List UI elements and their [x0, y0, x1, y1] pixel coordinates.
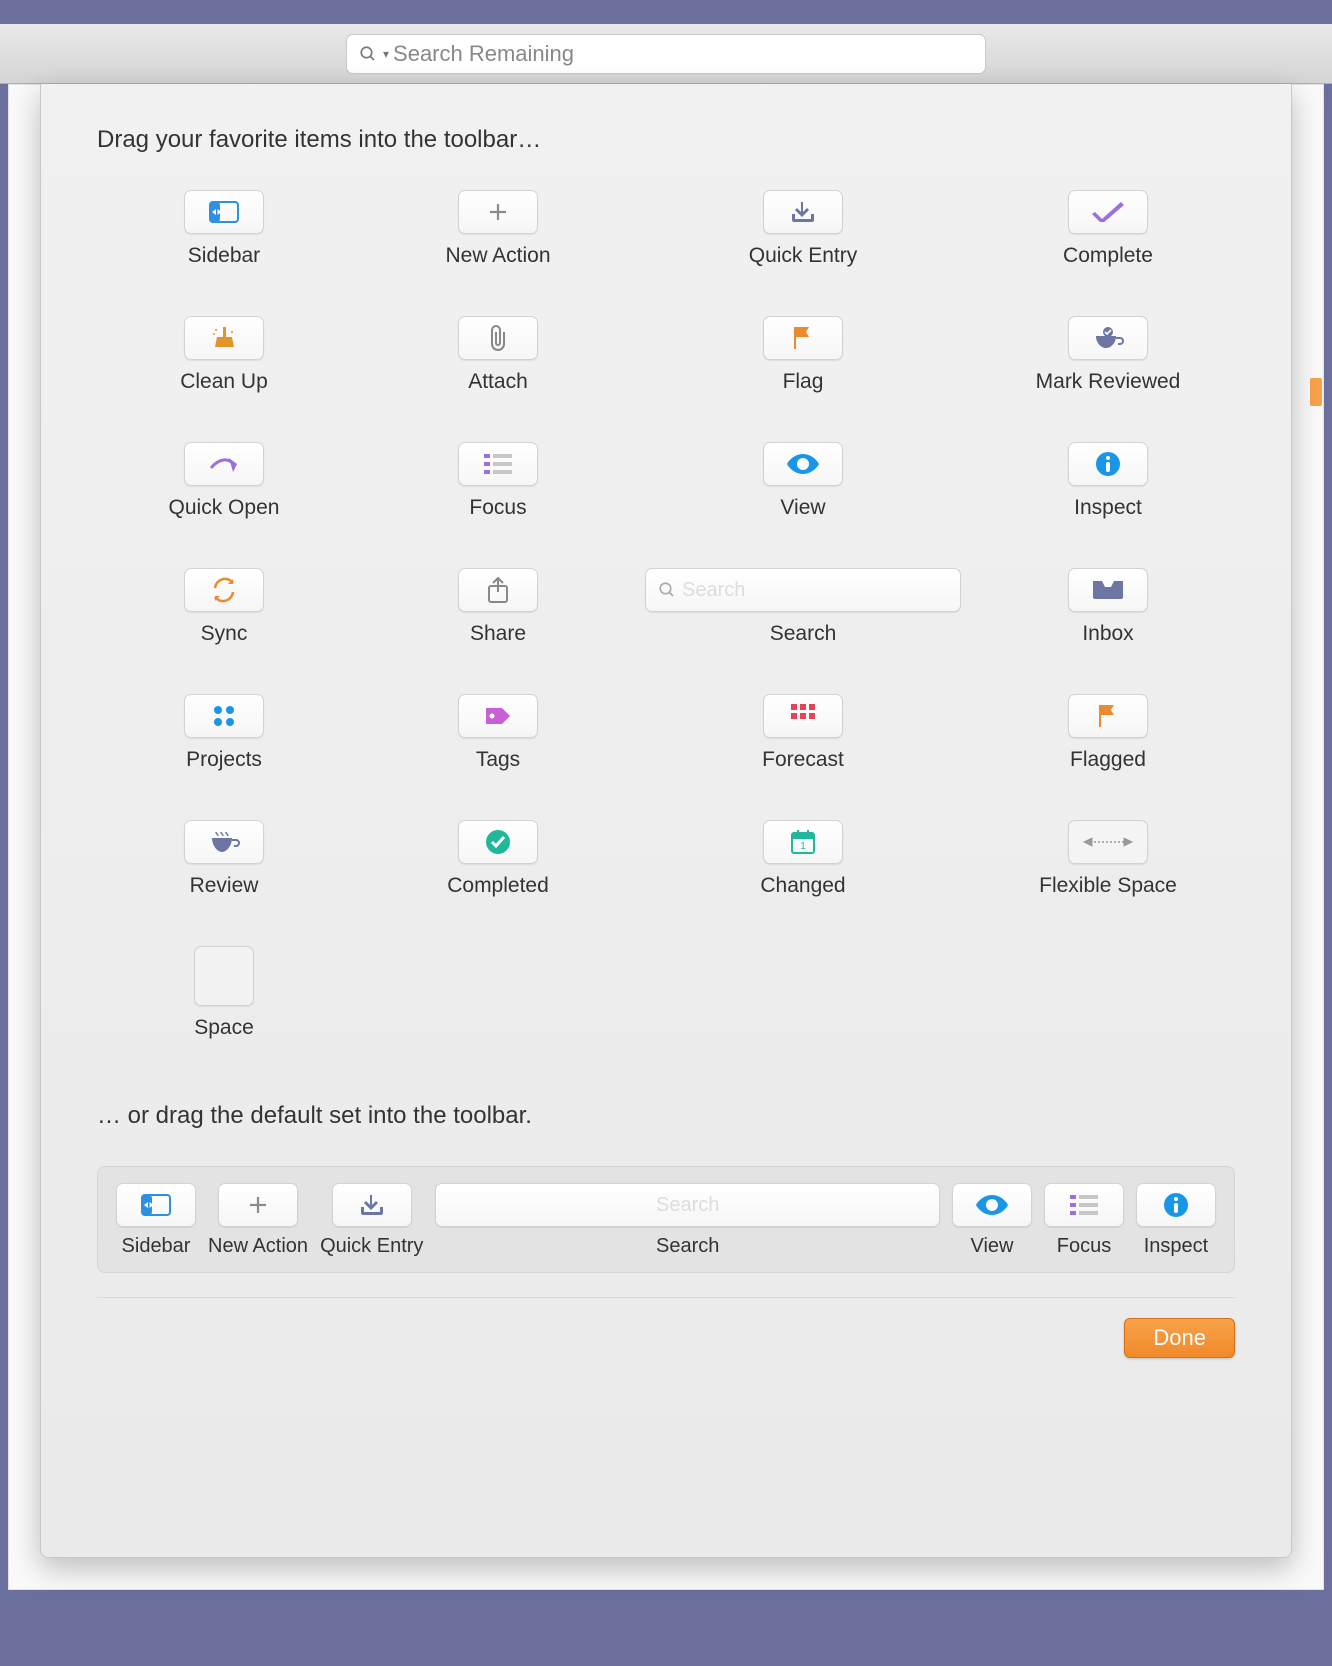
default-item-focus[interactable]: Focus [1044, 1183, 1124, 1258]
toolbar-item-clean-up[interactable]: Clean Up [97, 316, 351, 394]
toolbar-item-flagged[interactable]: Flagged [981, 694, 1235, 772]
list-icon [1044, 1183, 1124, 1227]
arrow-right-icon [184, 442, 264, 486]
toolbar-items-grid: Sidebar New Action Quick Entry Complete [97, 190, 1235, 1040]
toolbar-item-flexible-space[interactable]: Flexible Space [981, 820, 1235, 898]
inbox-icon [1068, 568, 1148, 612]
toolbar-item-inspect[interactable]: Inspect [981, 442, 1235, 520]
selection-marker [1310, 378, 1322, 406]
plus-icon [218, 1183, 298, 1227]
plus-icon [458, 190, 538, 234]
info-icon [1068, 442, 1148, 486]
default-toolbar-set[interactable]: Sidebar New Action Quick Entry Search Se… [97, 1166, 1235, 1273]
search-icon [359, 45, 377, 63]
toolbar-item-completed[interactable]: Completed [371, 820, 625, 898]
search-icon [658, 581, 676, 599]
check-badge-icon [458, 820, 538, 864]
search-field-preview: Search [435, 1183, 940, 1227]
sheet-heading: Drag your favorite items into the toolba… [97, 126, 1235, 154]
checkmark-icon [1068, 190, 1148, 234]
toolbar-item-view[interactable]: View [645, 442, 961, 520]
forecast-icon [763, 694, 843, 738]
flag-icon [763, 316, 843, 360]
toolbar-item-forecast[interactable]: Forecast [645, 694, 961, 772]
paperclip-icon [458, 316, 538, 360]
toolbar-item-quick-open[interactable]: Quick Open [97, 442, 351, 520]
tag-icon [458, 694, 538, 738]
default-item-view[interactable]: View [952, 1183, 1032, 1258]
done-button[interactable]: Done [1124, 1318, 1235, 1358]
search-remaining-field[interactable]: ▾ Search Remaining [346, 34, 986, 74]
list-icon [458, 442, 538, 486]
toolbar-item-focus[interactable]: Focus [371, 442, 625, 520]
toolbar-item-inbox[interactable]: Inbox [981, 568, 1235, 646]
toolbar-item-tags[interactable]: Tags [371, 694, 625, 772]
toolbar-item-quick-entry[interactable]: Quick Entry [645, 190, 961, 268]
download-tray-icon [332, 1183, 412, 1227]
share-icon [458, 568, 538, 612]
cup-check-icon [1068, 316, 1148, 360]
toolbar-item-mark-reviewed[interactable]: Mark Reviewed [981, 316, 1235, 394]
toolbar-item-new-action[interactable]: New Action [371, 190, 625, 268]
default-item-sidebar[interactable]: Sidebar [116, 1183, 196, 1258]
broom-icon [184, 316, 264, 360]
eye-icon [952, 1183, 1032, 1227]
chevron-down-icon: ▾ [383, 47, 389, 61]
flexible-space-icon [1068, 820, 1148, 864]
sidebar-icon [184, 190, 264, 234]
download-tray-icon [763, 190, 843, 234]
toolbar-item-projects[interactable]: Projects [97, 694, 351, 772]
toolbar-item-sidebar[interactable]: Sidebar [97, 190, 351, 268]
sidebar-icon [116, 1183, 196, 1227]
toolbar-item-attach[interactable]: Attach [371, 316, 625, 394]
default-item-new-action[interactable]: New Action [208, 1183, 308, 1258]
info-icon [1136, 1183, 1216, 1227]
toolbar-item-review[interactable]: Review [97, 820, 351, 898]
projects-icon [184, 694, 264, 738]
flag-icon [1068, 694, 1148, 738]
toolbar-item-complete[interactable]: Complete [981, 190, 1235, 268]
toolbar-item-sync[interactable]: Sync [97, 568, 351, 646]
toolbar-item-search[interactable]: Search Search [645, 568, 961, 646]
toolbar-item-changed[interactable]: 1 Changed [645, 820, 961, 898]
calendar-icon: 1 [763, 820, 843, 864]
default-item-search[interactable]: Search Search [435, 1183, 940, 1258]
cup-icon [184, 820, 264, 864]
search-field-preview: Search [645, 568, 961, 612]
toolbar-item-flag[interactable]: Flag [645, 316, 961, 394]
customize-toolbar-sheet: Drag your favorite items into the toolba… [40, 84, 1292, 1558]
svg-text:1: 1 [800, 841, 806, 852]
search-placeholder: Search Remaining [393, 41, 574, 67]
sync-icon [184, 568, 264, 612]
toolbar-item-space[interactable]: Space [97, 946, 351, 1040]
default-item-quick-entry[interactable]: Quick Entry [320, 1183, 423, 1258]
eye-icon [763, 442, 843, 486]
space-icon [194, 946, 254, 1006]
toolbar-item-share[interactable]: Share [371, 568, 625, 646]
default-item-inspect[interactable]: Inspect [1136, 1183, 1216, 1258]
default-set-heading: … or drag the default set into the toolb… [97, 1102, 1235, 1130]
